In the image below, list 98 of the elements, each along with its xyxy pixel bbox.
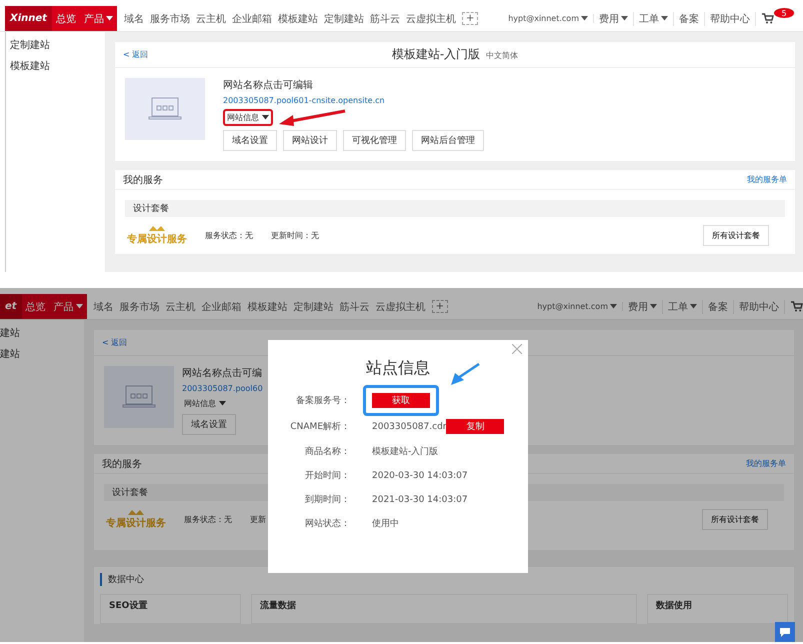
nav-menu[interactable]: 总览 — [22, 300, 50, 314]
field-label: 网站状态： — [304, 518, 350, 530]
product-title: 模板建站-入门版 — [392, 46, 480, 63]
caret-icon — [76, 304, 83, 309]
laptop-icon — [148, 97, 182, 121]
site-name[interactable]: 网站名称点击可编 — [182, 366, 263, 380]
nav-link[interactable]: 云主机 — [196, 12, 226, 26]
field-label: 开始时间： — [304, 470, 350, 482]
nav-menu[interactable]: 产品 — [80, 12, 117, 26]
menu-link[interactable]: 备案 — [674, 12, 705, 26]
copy-button[interactable]: 复制 — [446, 419, 504, 434]
chat-bubble-icon — [780, 628, 790, 636]
all-packages-button[interactable]: 所有设计套餐 — [702, 509, 768, 530]
update-time: 更新 — [250, 514, 266, 525]
sidebar-item[interactable]: 定制建站 — [10, 38, 105, 52]
field-label: CNAME解析： — [289, 420, 350, 433]
nav-link[interactable]: 模板建站 — [278, 12, 318, 26]
menu-dropdown[interactable]: 费用 — [623, 300, 663, 314]
menu-dropdown[interactable]: 工单 — [663, 300, 703, 314]
caret-icon — [581, 16, 588, 21]
sidebar-item[interactable]: 建站 — [0, 326, 84, 340]
nav-menu[interactable]: 总览 — [52, 12, 80, 26]
site-url-link[interactable]: 2003305087.pool60 — [182, 384, 263, 393]
site-url-link[interactable]: 2003305087.pool601-cnsite.opensite.cn — [223, 96, 484, 105]
caret-icon — [690, 304, 697, 309]
sidebar-item[interactable]: 模板建站 — [10, 59, 105, 73]
design-service-badge: 专属设计服务 — [106, 509, 166, 530]
site-action-button[interactable]: 网站设计 — [283, 130, 337, 151]
update-time: 更新时间：无 — [271, 230, 319, 241]
menu-link[interactable]: 备案 — [703, 300, 734, 314]
field-value: 模板建站-入门版 — [372, 446, 438, 458]
dialog-title: 站点信息 — [366, 358, 430, 379]
site-action-button[interactable]: 域名设置 — [182, 414, 236, 435]
all-packages-button[interactable]: 所有设计套餐 — [703, 225, 769, 246]
caret-icon — [650, 304, 657, 309]
caret-icon — [661, 16, 668, 21]
site-action-button[interactable]: 网站后台管理 — [412, 130, 484, 151]
chat-button[interactable] — [775, 622, 795, 642]
nav-link[interactable]: 企业邮箱 — [202, 300, 242, 314]
site-action-button[interactable]: 域名设置 — [223, 130, 277, 151]
nav-link[interactable]: 定制建站 — [294, 300, 334, 314]
nav-link[interactable]: 定制建站 — [324, 12, 364, 26]
cart-icon[interactable] — [762, 13, 774, 24]
logo[interactable]: Xinnet — [5, 6, 52, 31]
nav-menu[interactable]: 产品 — [50, 300, 87, 314]
caret-icon — [621, 16, 628, 21]
menu-link[interactable]: 帮助中心 — [734, 300, 785, 314]
section-title: 我的服务 — [123, 174, 163, 186]
nav-link[interactable]: 企业邮箱 — [232, 12, 272, 26]
caret-icon — [262, 115, 269, 120]
data-card: 数据使用 — [647, 594, 788, 624]
back-link[interactable]: < 返回 — [123, 49, 392, 60]
data-card: 流量数据 — [250, 594, 638, 624]
package-header: 设计套餐 — [125, 200, 785, 217]
service-list-link[interactable]: 我的服务单 — [746, 458, 786, 469]
nav-link[interactable]: 筋斗云 — [340, 300, 370, 314]
menu-dropdown[interactable]: 工单 — [634, 12, 674, 26]
caret-icon — [219, 401, 226, 406]
site-info-menu[interactable]: 网站信息 — [182, 397, 228, 410]
language-label: 中文简体 — [486, 50, 518, 61]
service-list-link[interactable]: 我的服务单 — [747, 174, 787, 185]
menu-dropdown[interactable]: hypt@xinnet.com — [503, 14, 594, 23]
field-label: 备案服务号： — [295, 394, 350, 407]
menu-dropdown[interactable]: hypt@xinnet.com — [532, 302, 623, 311]
add-button[interactable]: + — [462, 12, 478, 25]
design-service-badge: 专属设计服务 — [127, 225, 187, 246]
section-title: 我的服务 — [102, 458, 142, 470]
nav-link[interactable]: 云虚拟主机 — [406, 12, 456, 26]
field-label: 商品名称： — [304, 446, 350, 458]
nav-link[interactable]: 云虚拟主机 — [376, 300, 426, 314]
add-button[interactable]: + — [432, 300, 448, 313]
field-value: 2003305087.cdr — [372, 422, 446, 432]
nav-link[interactable]: 云主机 — [166, 300, 196, 314]
field-value: 2020-03-30 14:03:07 — [372, 470, 468, 480]
caret-icon — [610, 304, 617, 309]
data-card: SEO设置 — [100, 594, 241, 624]
laptop-icon — [122, 385, 156, 409]
service-status: 服务状态：无 — [205, 230, 253, 241]
caret-icon — [106, 16, 113, 21]
arrow-annotation — [450, 363, 480, 387]
logo[interactable]: et — [0, 294, 22, 319]
nav-link[interactable]: 筋斗云 — [370, 12, 400, 26]
site-action-button[interactable]: 可视化管理 — [343, 130, 406, 151]
get-button[interactable]: 获取 — [372, 393, 430, 408]
nav-link[interactable]: 域名 — [124, 12, 144, 26]
cart-badge: 5 — [774, 8, 795, 18]
menu-dropdown[interactable]: 费用 — [594, 12, 634, 26]
nav-link[interactable]: 服务市场 — [150, 12, 190, 26]
sidebar-item[interactable]: 建站 — [0, 347, 84, 361]
site-name[interactable]: 网站名称点击可编辑 — [223, 78, 484, 92]
field-value: 使用中 — [372, 518, 399, 530]
nav-link[interactable]: 服务市场 — [120, 300, 160, 314]
menu-link[interactable]: 帮助中心 — [705, 12, 756, 26]
cart-icon[interactable] — [791, 301, 803, 312]
nav-link[interactable]: 域名 — [94, 300, 114, 314]
arrow-annotation — [277, 109, 347, 129]
service-status: 服务状态：无 — [184, 514, 232, 525]
nav-link[interactable]: 模板建站 — [248, 300, 288, 314]
